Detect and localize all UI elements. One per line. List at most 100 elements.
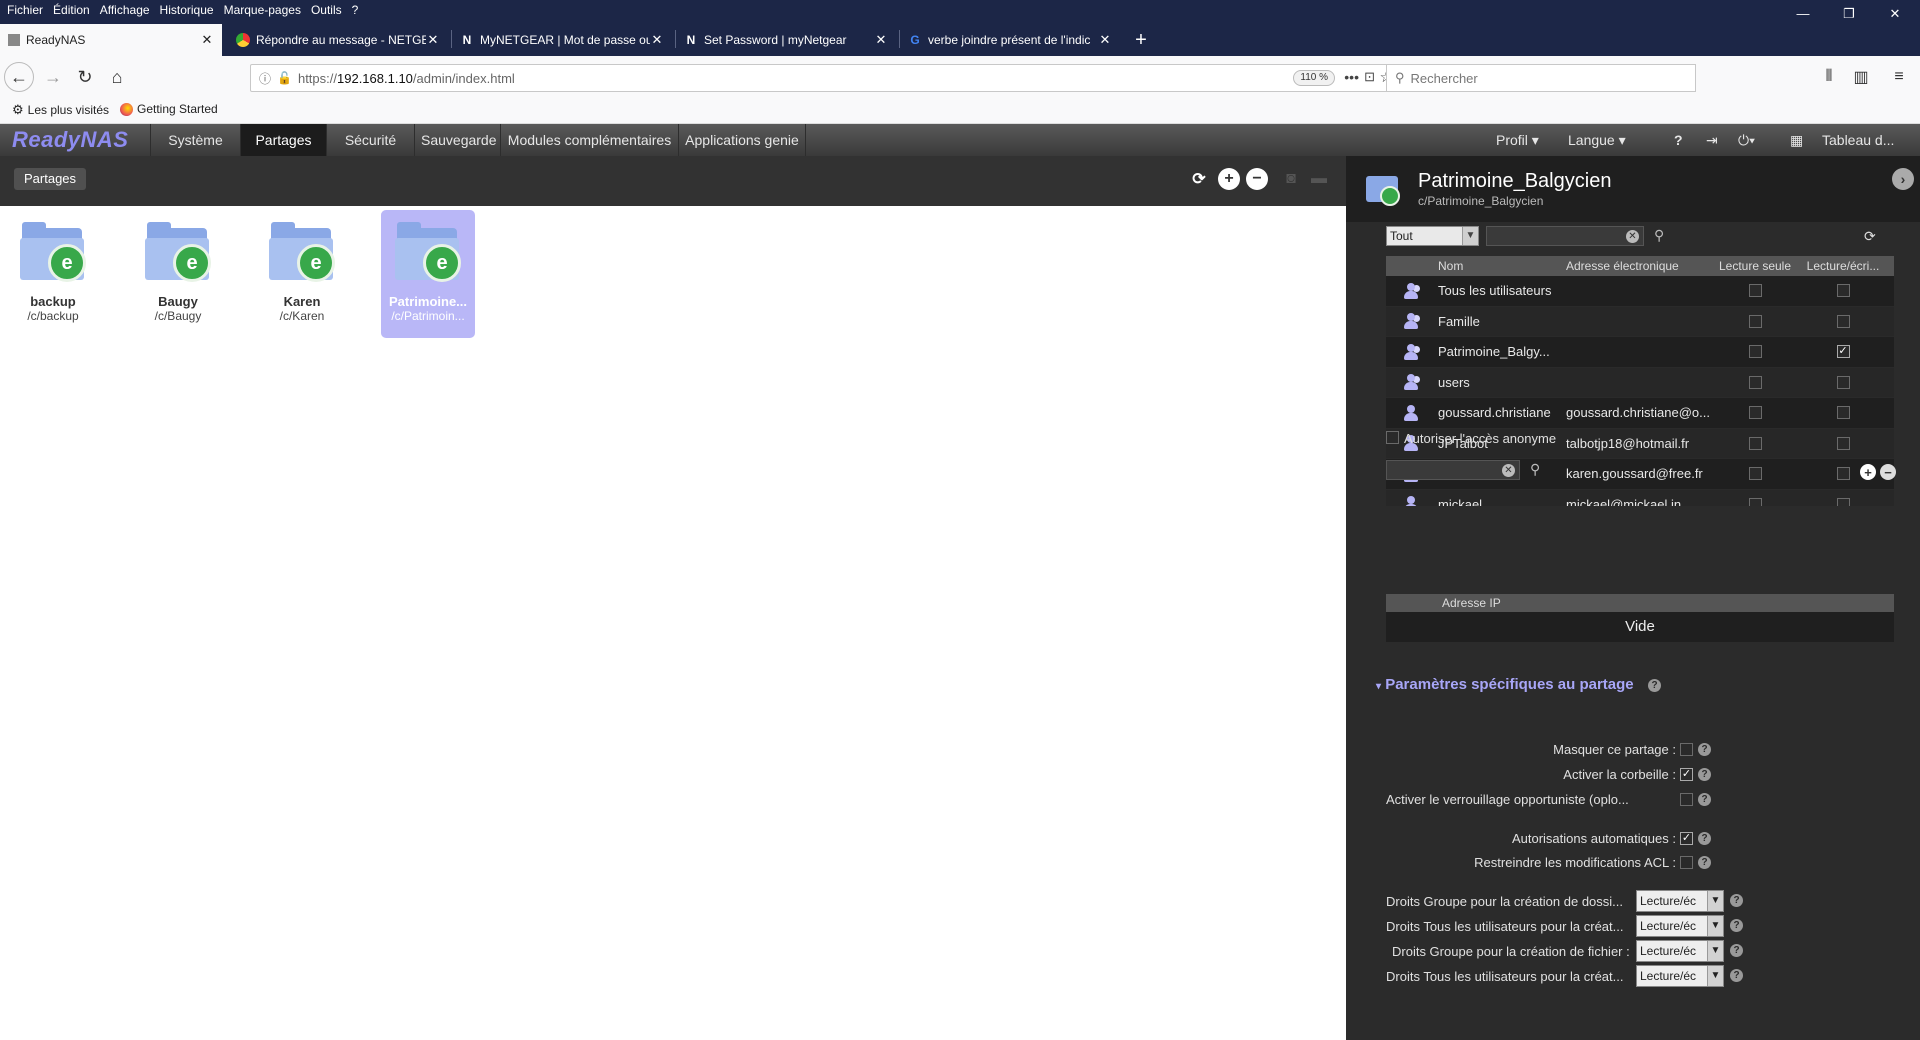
logout-icon[interactable]: ⇥ (1706, 124, 1718, 156)
read-write-checkbox[interactable] (1836, 467, 1850, 481)
read-only-checkbox[interactable] (1748, 406, 1762, 420)
tab-repondre[interactable]: Répondre au message - NETGE ✕ (228, 24, 448, 56)
library-icon[interactable]: ⫴ (1814, 62, 1844, 92)
menu-help[interactable]: ? (347, 0, 364, 20)
help-icon[interactable]: ? (1698, 768, 1711, 781)
menu-affichage[interactable]: Affichage (95, 0, 155, 20)
nav-securite[interactable]: Sécurité (326, 124, 414, 156)
browse-folder-icon[interactable]: ▬ (1308, 168, 1330, 190)
menu-historique[interactable]: Historique (155, 0, 219, 20)
tab-set-password[interactable]: N Set Password | myNetgear ✕ (676, 24, 896, 56)
help-icon[interactable]: ? (1730, 969, 1743, 982)
close-tab-icon[interactable]: ✕ (426, 32, 440, 48)
close-tab-icon[interactable]: ✕ (200, 32, 214, 48)
new-tab-button[interactable]: + (1124, 24, 1158, 56)
read-write-checkbox[interactable] (1836, 284, 1850, 298)
close-tab-icon[interactable]: ✕ (650, 32, 664, 48)
ip-search-input[interactable]: ✕ (1386, 460, 1520, 480)
read-write-checkbox[interactable] (1836, 436, 1850, 450)
dashboard-icon[interactable]: ▦ (1790, 124, 1803, 156)
shares-filter-button[interactable]: Partages (14, 168, 87, 190)
user-row[interactable]: Tous les utilisateurs (1386, 276, 1894, 307)
read-only-checkbox[interactable] (1748, 467, 1762, 481)
pocket-icon[interactable]: ⊡ (1364, 69, 1375, 85)
tab-readynas[interactable]: ReadyNAS ✕ (0, 24, 222, 56)
column-email[interactable]: Adresse électronique (1561, 259, 1711, 273)
remove-share-icon[interactable]: − (1246, 168, 1268, 190)
back-icon[interactable]: ← (4, 62, 34, 92)
clear-icon[interactable]: ✕ (1626, 230, 1639, 243)
info-icon[interactable]: ⓘ (259, 70, 271, 87)
readynas-logo[interactable]: ReadyNAS (12, 127, 128, 153)
rights-all-file-select[interactable]: Lecture/éc ▼ (1636, 965, 1724, 987)
menu-fichier[interactable]: Fichier (2, 0, 48, 20)
close-tab-icon[interactable]: ✕ (1098, 32, 1112, 48)
search-icon[interactable]: ⚲ (1654, 227, 1664, 244)
help-icon[interactable]: ? (1730, 944, 1743, 957)
refresh-icon[interactable]: ⟳ (1864, 228, 1876, 245)
search-icon[interactable]: ⚲ (1530, 461, 1540, 478)
lock-warning-icon[interactable]: 🔓 (277, 71, 292, 85)
nav-modules[interactable]: Modules complémentaires (500, 124, 678, 156)
help-icon[interactable]: ? (1730, 919, 1743, 932)
help-icon[interactable]: ? (1698, 793, 1711, 806)
hide-share-checkbox[interactable] (1680, 743, 1693, 756)
bookmark-getting-started[interactable]: Getting Started (120, 102, 218, 116)
help-icon[interactable]: ? (1698, 832, 1711, 845)
user-filter-select[interactable]: Tout ▼ (1386, 226, 1479, 246)
nav-partages[interactable]: Partages (240, 124, 326, 156)
share-baugy[interactable]: e Baugy /c/Baugy (131, 210, 225, 338)
user-row[interactable]: goussard.christiane goussard.christiane@o… (1386, 398, 1894, 429)
forward-icon[interactable]: → (38, 62, 68, 92)
reload-icon[interactable]: ↻ (70, 62, 100, 92)
bookmark-most-visited[interactable]: ⚙ Les plus visités (12, 102, 109, 118)
dashboard-link[interactable]: Tableau d... (1822, 124, 1894, 156)
language-menu[interactable]: Langue ▾ (1568, 124, 1626, 156)
url-bar[interactable]: ⓘ 🔓 https://192.168.1.10/admin/index.htm… (250, 64, 1398, 92)
recycle-bin-checkbox[interactable]: ✓ (1680, 768, 1693, 781)
tab-mynetgear[interactable]: N MyNETGEAR | Mot de passe ou ✕ (452, 24, 672, 56)
user-row[interactable]: mickael mickael@mickael.in (1386, 489, 1894, 506)
share-karen[interactable]: e Karen /c/Karen (255, 210, 349, 338)
refresh-icon[interactable]: ⟳ (1188, 168, 1210, 190)
sidebar-icon[interactable]: ▥ (1846, 62, 1876, 92)
column-name[interactable]: Nom (1438, 259, 1561, 273)
help-icon[interactable]: ? (1698, 856, 1711, 869)
column-read-only[interactable]: Lecture seule (1711, 259, 1799, 273)
zoom-badge[interactable]: 110 % (1293, 70, 1335, 86)
read-write-checkbox[interactable] (1836, 314, 1850, 328)
read-write-checkbox[interactable]: ✓ (1836, 345, 1850, 359)
user-row[interactable]: users (1386, 367, 1894, 398)
remove-ip-icon[interactable]: − (1880, 464, 1896, 480)
power-icon[interactable]: ⏻▾ (1738, 124, 1755, 156)
page-actions-icon[interactable]: ••• (1344, 69, 1359, 85)
anonymous-access-checkbox[interactable] (1386, 431, 1399, 444)
tab-verbe-joindre[interactable]: G verbe joindre présent de l'indic ✕ (900, 24, 1120, 56)
share-backup[interactable]: e backup /c/backup (6, 210, 100, 338)
read-only-checkbox[interactable] (1748, 284, 1762, 298)
read-write-checkbox[interactable] (1836, 497, 1850, 506)
user-search-input[interactable]: ✕ (1486, 226, 1644, 246)
help-icon[interactable]: ? (1648, 679, 1661, 692)
read-only-checkbox[interactable] (1748, 345, 1762, 359)
column-read-write[interactable]: Lecture/écri... (1799, 259, 1887, 273)
menu-marque-pages[interactable]: Marque-pages (219, 0, 306, 20)
read-only-checkbox[interactable] (1748, 436, 1762, 450)
oplock-checkbox[interactable] (1680, 793, 1693, 806)
help-icon[interactable]: ? (1730, 894, 1743, 907)
clear-icon[interactable]: ✕ (1502, 464, 1515, 477)
add-share-icon[interactable]: + (1218, 168, 1240, 190)
hamburger-menu-icon[interactable]: ≡ (1884, 62, 1914, 92)
nav-systeme[interactable]: Système (150, 124, 240, 156)
menu-outils[interactable]: Outils (306, 0, 347, 20)
nav-applications-genie[interactable]: Applications genie (678, 124, 806, 156)
user-row[interactable]: Patrimoine_Balgy... ✓ (1386, 337, 1894, 368)
auto-permissions-checkbox[interactable]: ✓ (1680, 832, 1693, 845)
next-arrow-icon[interactable]: › (1892, 168, 1914, 190)
rights-group-folder-select[interactable]: Lecture/éc ▼ (1636, 890, 1724, 912)
close-tab-icon[interactable]: ✕ (874, 32, 888, 48)
help-icon[interactable]: ? (1698, 743, 1711, 756)
home-icon[interactable]: ⌂ (102, 62, 132, 92)
read-only-checkbox[interactable] (1748, 314, 1762, 328)
menu-edition[interactable]: Édition (48, 0, 95, 20)
